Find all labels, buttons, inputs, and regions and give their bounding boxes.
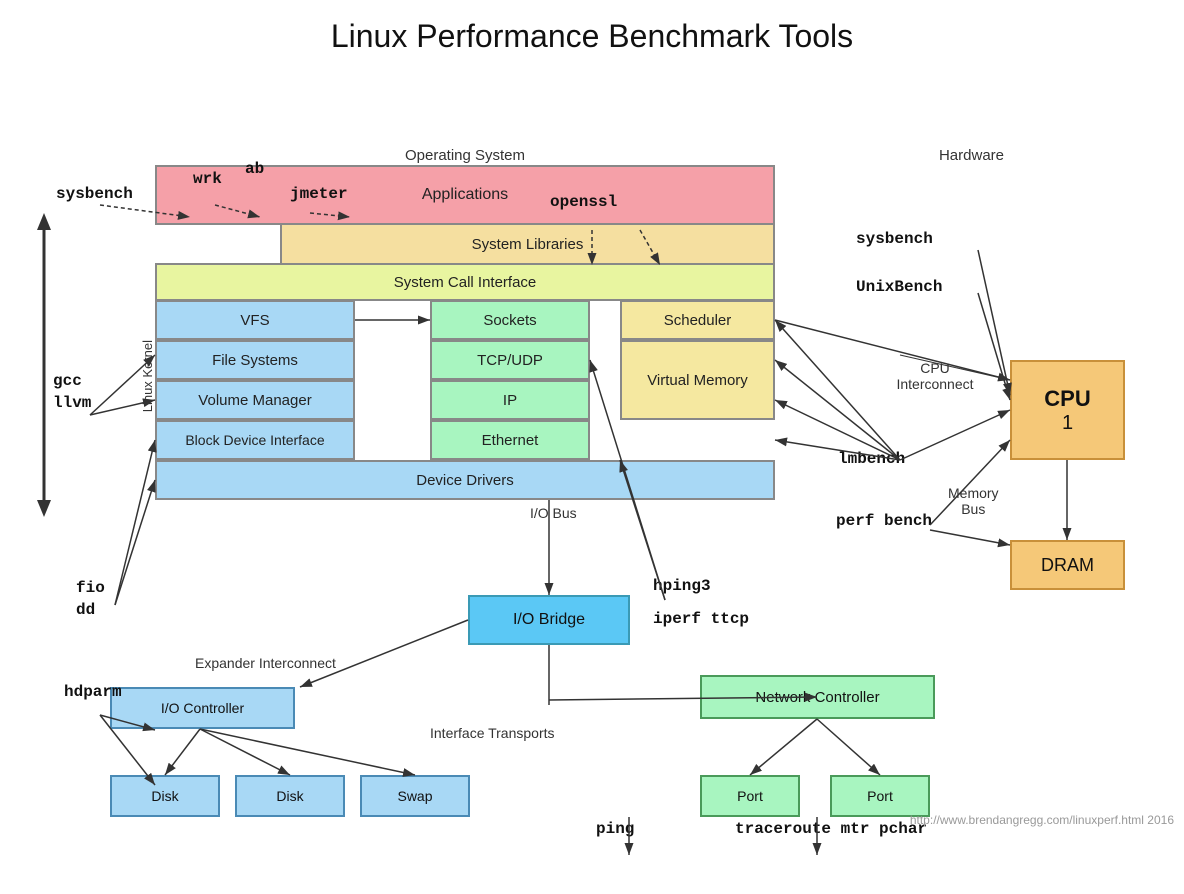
tool-hping3: hping3	[653, 577, 711, 595]
ethernet-label: Ethernet	[482, 432, 539, 449]
disk1-label: Disk	[151, 788, 178, 804]
cpu-box: CPU 1	[1010, 360, 1125, 460]
sockets-label: Sockets	[483, 312, 536, 329]
iocontroller-box: I/O Controller	[110, 687, 295, 729]
tool-ping: ping	[596, 820, 634, 838]
tool-hdparm: hdparm	[64, 683, 122, 701]
tool-gcc-llvm: gccllvm	[53, 370, 91, 415]
file-systems-label: File Systems	[212, 352, 298, 369]
url-label: http://www.brendangregg.com/linuxperf.ht…	[910, 813, 1174, 827]
disk1-box: Disk	[110, 775, 220, 817]
port1-label: Port	[737, 788, 763, 804]
tool-fio-dd: fiodd	[76, 577, 105, 622]
tcpudp-layer: TCP/UDP	[430, 340, 590, 380]
ip-label: IP	[503, 392, 517, 409]
interface-transports-label: Interface Transports	[430, 725, 555, 741]
tool-openssl: openssl	[550, 193, 617, 211]
vfs-layer: VFS	[155, 300, 355, 340]
iobridge-label: I/O Bridge	[513, 611, 585, 629]
disk2-box: Disk	[235, 775, 345, 817]
page-title: Linux Performance Benchmark Tools	[0, 0, 1184, 65]
swap-box: Swap	[360, 775, 470, 817]
network-controller-box: Network Controller	[700, 675, 935, 719]
device-drivers-layer: Device Drivers	[155, 460, 775, 500]
port2-box: Port	[830, 775, 930, 817]
iocontroller-label: I/O Controller	[161, 700, 244, 716]
memory-bus-label: MemoryBus	[948, 485, 999, 517]
cpu-label: CPU	[1044, 386, 1090, 412]
tool-jmeter: jmeter	[290, 185, 348, 203]
network-controller-label: Network Controller	[755, 689, 879, 706]
tcpudp-label: TCP/UDP	[477, 352, 543, 369]
scheduler-layer: Scheduler	[620, 300, 775, 340]
dram-label: DRAM	[1041, 555, 1094, 576]
volume-manager-label: Volume Manager	[198, 392, 311, 409]
block-device-interface-layer: Block Device Interface	[155, 420, 355, 460]
tool-traceroute: traceroute mtr pchar	[735, 820, 927, 838]
tool-perf-bench: perf bench	[836, 512, 932, 530]
tool-lmbench: lmbench	[838, 450, 905, 468]
tool-sysbench-left: sysbench	[56, 185, 133, 203]
virtual-memory-label: Virtual Memory	[647, 372, 748, 389]
system-call-label: System Call Interface	[394, 274, 537, 291]
device-drivers-label: Device Drivers	[416, 472, 514, 489]
expander-interconnect-label: Expander Interconnect	[195, 655, 336, 671]
system-libraries-layer: System Libraries	[280, 223, 775, 265]
iobus-label: I/O Bus	[530, 505, 577, 521]
cpu-interconnect-label: CPUInterconnect	[870, 360, 1000, 392]
port1-box: Port	[700, 775, 800, 817]
block-device-label: Block Device Interface	[185, 432, 324, 448]
system-call-interface-layer: System Call Interface	[155, 263, 775, 301]
diagram-container: Operating System Hardware Applications S…	[0, 65, 1184, 835]
applications-label: Applications	[422, 186, 508, 204]
hardware-label: Hardware	[939, 147, 1004, 164]
volume-manager-layer: Volume Manager	[155, 380, 355, 420]
dram-box: DRAM	[1010, 540, 1125, 590]
tool-ab: ab	[245, 160, 264, 178]
swap-label: Swap	[397, 788, 432, 804]
vfs-label: VFS	[240, 312, 269, 329]
ethernet-layer: Ethernet	[430, 420, 590, 460]
tool-sysbench-right: sysbench	[856, 230, 933, 248]
cpu-number: 1	[1062, 412, 1073, 435]
disk2-label: Disk	[276, 788, 303, 804]
iobridge-box: I/O Bridge	[468, 595, 630, 645]
file-systems-layer: File Systems	[155, 340, 355, 380]
port2-label: Port	[867, 788, 893, 804]
scheduler-label: Scheduler	[664, 312, 732, 329]
ip-layer: IP	[430, 380, 590, 420]
tool-iperf-ttcp: iperf ttcp	[653, 610, 749, 628]
tool-wrk: wrk	[193, 170, 222, 188]
tool-unixbench: UnixBench	[856, 278, 942, 296]
system-libraries-label: System Libraries	[472, 236, 584, 253]
sockets-layer: Sockets	[430, 300, 590, 340]
linux-kernel-label: Linux Kernel	[140, 340, 155, 412]
virtual-memory-layer: Virtual Memory	[620, 340, 775, 420]
